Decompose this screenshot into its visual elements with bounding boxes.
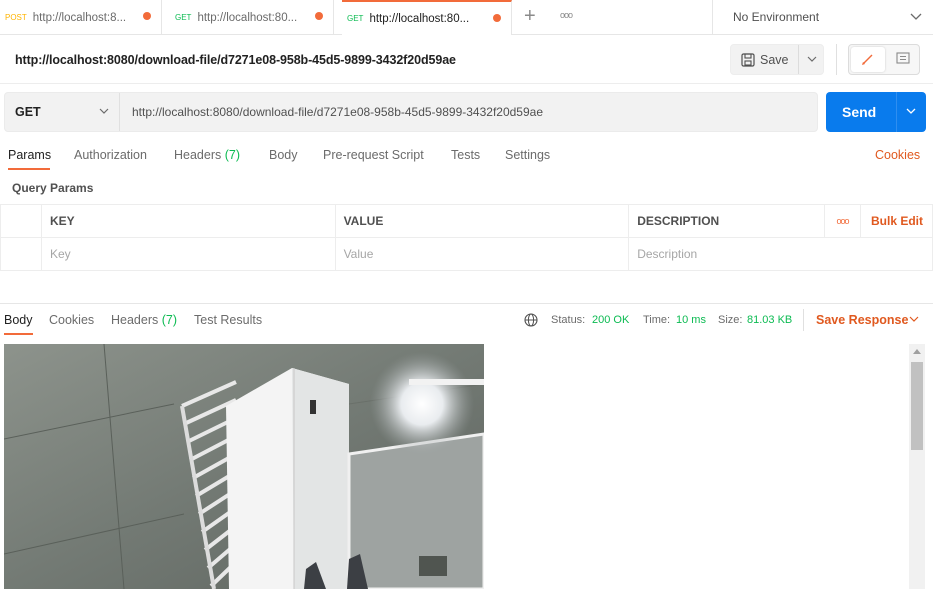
environment-label: No Environment xyxy=(733,10,820,24)
method-label: GET xyxy=(175,13,192,22)
url-input[interactable]: http://localhost:8080/download-file/d727… xyxy=(132,105,543,119)
divider xyxy=(803,309,804,331)
tab-settings[interactable]: Settings xyxy=(505,148,550,162)
active-tab-indicator xyxy=(4,333,33,335)
time-value[interactable]: 10 ms xyxy=(676,314,706,326)
pencil-icon xyxy=(862,54,873,65)
request-tab-2[interactable]: GET http://localhost:80... xyxy=(170,0,334,35)
response-tab-cookies[interactable]: Cookies xyxy=(49,313,94,327)
save-label: Save xyxy=(760,53,789,67)
chevron-down-icon xyxy=(910,13,922,20)
tab-headers-label: Headers xyxy=(174,148,222,162)
checkbox-column xyxy=(0,204,42,238)
cookies-link[interactable]: Cookies xyxy=(875,148,920,162)
chevron-down-icon xyxy=(906,108,916,114)
headers-count: (7) xyxy=(224,148,241,162)
send-button-group: Send xyxy=(826,92,926,132)
active-tab-indicator xyxy=(8,168,50,170)
divider xyxy=(836,44,837,75)
save-response-button[interactable]: Save Response xyxy=(816,313,908,327)
response-scrollbar[interactable] xyxy=(909,344,925,589)
size-label: Size: xyxy=(718,314,743,326)
column-header-description: DESCRIPTION xyxy=(628,204,826,238)
column-options-icon[interactable]: ooo xyxy=(824,204,861,238)
method-label: POST xyxy=(5,13,27,22)
tab-headers[interactable]: Headers (7) xyxy=(174,148,240,162)
environment-selector[interactable]: No Environment xyxy=(712,0,933,35)
response-tab-headers[interactable]: Headers (7) xyxy=(111,313,177,327)
save-button[interactable]: Save xyxy=(731,45,798,74)
tab-authorization[interactable]: Authorization xyxy=(74,148,147,162)
pane-divider[interactable] xyxy=(0,303,933,304)
save-options-button[interactable] xyxy=(798,45,824,74)
request-tab-bar: POST http://localhost:8... GET http://lo… xyxy=(0,0,933,35)
tab-params[interactable]: Params xyxy=(8,148,51,162)
chevron-down-icon xyxy=(99,108,109,114)
scroll-up-arrow-icon[interactable] xyxy=(913,348,921,354)
documentation-view-button[interactable] xyxy=(887,47,919,72)
globe-icon[interactable] xyxy=(524,313,538,327)
scrollbar-thumb[interactable] xyxy=(911,362,923,450)
request-title-row: http://localhost:8080/download-file/d727… xyxy=(0,36,933,84)
chevron-down-icon xyxy=(807,56,817,62)
request-tab-3[interactable]: GET http://localhost:80... xyxy=(342,0,512,35)
size-value[interactable]: 81.03 KB xyxy=(747,314,792,326)
comment-doc-icon xyxy=(896,52,910,64)
status-value[interactable]: 200 OK xyxy=(592,314,629,326)
table-row: Key Value Description xyxy=(0,237,933,271)
bulk-edit-link[interactable]: Bulk Edit xyxy=(860,204,933,238)
tab-url: http://localhost:80... xyxy=(197,11,298,24)
edit-view-button[interactable] xyxy=(851,47,885,72)
request-tab-1[interactable]: POST http://localhost:8... xyxy=(0,0,162,35)
unsaved-dot-icon xyxy=(315,12,323,20)
unsaved-dot-icon xyxy=(493,14,501,22)
bathroom-photo-image xyxy=(4,344,484,589)
tab-body[interactable]: Body xyxy=(269,148,298,162)
response-headers-label: Headers xyxy=(111,313,159,327)
request-title[interactable]: http://localhost:8080/download-file/d727… xyxy=(15,53,456,67)
method-selector[interactable]: GET xyxy=(5,93,120,131)
key-input[interactable]: Key xyxy=(40,237,336,271)
response-tab-body[interactable]: Body xyxy=(4,313,33,327)
value-input[interactable]: Value xyxy=(334,237,630,271)
response-image-preview xyxy=(4,344,484,589)
tab-prerequest-script[interactable]: Pre-request Script xyxy=(323,148,424,162)
url-bar: GET http://localhost:8080/download-file/… xyxy=(4,92,818,132)
send-button[interactable]: Send xyxy=(826,92,896,132)
query-params-table: KEY VALUE DESCRIPTION ooo Bulk Edit Key … xyxy=(0,204,933,271)
query-params-heading: Query Params xyxy=(12,181,94,195)
method-value: GET xyxy=(15,105,41,119)
tab-url: http://localhost:8... xyxy=(32,11,127,24)
description-input[interactable]: Description xyxy=(628,237,933,271)
column-header-key: KEY xyxy=(40,204,336,238)
time-label: Time: xyxy=(643,314,671,326)
tab-url: http://localhost:80... xyxy=(369,12,470,25)
new-tab-plus-icon[interactable]: + xyxy=(524,5,536,28)
save-button-group: Save xyxy=(730,44,824,75)
method-label: GET xyxy=(347,14,364,23)
view-toggle xyxy=(848,44,920,75)
row-checkbox-cell xyxy=(0,237,42,271)
send-options-button[interactable] xyxy=(896,92,926,132)
response-headers-count: (7) xyxy=(161,313,178,327)
tab-tests[interactable]: Tests xyxy=(451,148,480,162)
table-header-row: KEY VALUE DESCRIPTION ooo Bulk Edit xyxy=(0,204,933,238)
response-tab-test-results[interactable]: Test Results xyxy=(194,313,262,327)
chevron-down-icon[interactable] xyxy=(909,316,919,324)
unsaved-dot-icon xyxy=(143,12,151,20)
save-disk-icon xyxy=(741,53,755,67)
more-tabs-icon[interactable]: ooo xyxy=(560,10,573,20)
status-label: Status: xyxy=(551,314,586,326)
send-label: Send xyxy=(842,104,877,120)
column-header-value: VALUE xyxy=(334,204,630,238)
